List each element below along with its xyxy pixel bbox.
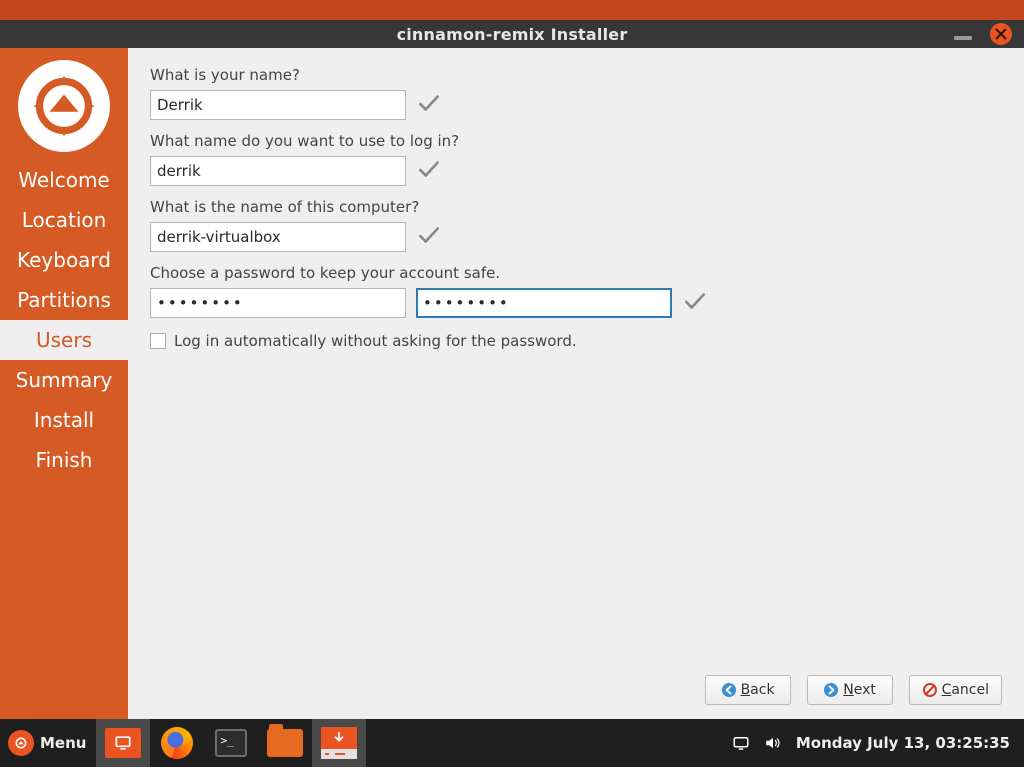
folder-icon bbox=[267, 729, 303, 757]
sidebar-item-keyboard[interactable]: Keyboard bbox=[0, 240, 128, 280]
sidebar-item-install[interactable]: Install bbox=[0, 400, 128, 440]
distro-logo bbox=[0, 48, 128, 160]
cancel-label: Cancel bbox=[942, 682, 989, 698]
sidebar-nav: Welcome Location Keyboard Partitions Use… bbox=[0, 160, 128, 480]
label-computer-name: What is the name of this computer? bbox=[150, 198, 1002, 216]
taskbar-clock[interactable]: Monday July 13, 03:25:35 bbox=[796, 734, 1010, 752]
check-icon bbox=[416, 156, 442, 186]
field-password: Choose a password to keep your account s… bbox=[150, 264, 1002, 318]
input-password-confirm[interactable] bbox=[416, 288, 672, 318]
sidebar-label: Install bbox=[34, 408, 94, 432]
back-label: Back bbox=[741, 682, 775, 698]
taskbar-app-installer[interactable] bbox=[312, 719, 366, 767]
installer-icon bbox=[321, 727, 357, 759]
autologin-row: Log in automatically without asking for … bbox=[150, 332, 1002, 350]
field-login-name: What name do you want to use to log in? bbox=[150, 132, 1002, 186]
check-icon bbox=[416, 222, 442, 252]
sidebar-item-welcome[interactable]: Welcome bbox=[0, 160, 128, 200]
taskbar-app-terminal[interactable]: >_ bbox=[204, 719, 258, 767]
sidebar-item-location[interactable]: Location bbox=[0, 200, 128, 240]
menu-button[interactable]: Menu bbox=[0, 719, 96, 767]
tray-volume-icon[interactable] bbox=[764, 734, 782, 752]
main-panel: What is your name? What name do you want… bbox=[128, 48, 1024, 719]
sidebar-label: Finish bbox=[36, 448, 93, 472]
label-login-name: What name do you want to use to log in? bbox=[150, 132, 1002, 150]
checkbox-autologin[interactable] bbox=[150, 333, 166, 349]
sidebar-item-users[interactable]: Users bbox=[0, 320, 128, 360]
sidebar-label: Users bbox=[36, 328, 92, 352]
minimize-button[interactable] bbox=[954, 36, 972, 40]
app-body: Welcome Location Keyboard Partitions Use… bbox=[0, 48, 1024, 719]
menu-label: Menu bbox=[40, 734, 86, 752]
next-label: Next bbox=[843, 682, 876, 698]
check-icon bbox=[416, 90, 442, 120]
sidebar-label: Summary bbox=[16, 368, 113, 392]
window-top-border bbox=[0, 0, 1024, 20]
check-icon bbox=[682, 288, 708, 318]
field-your-name: What is your name? bbox=[150, 66, 1002, 120]
arrow-right-icon bbox=[823, 682, 839, 698]
input-password[interactable] bbox=[150, 288, 406, 318]
footer: Back Next Cancel bbox=[150, 665, 1002, 705]
label-your-name: What is your name? bbox=[150, 66, 1002, 84]
taskbar-app-firefox[interactable] bbox=[150, 719, 204, 767]
sidebar-label: Keyboard bbox=[17, 248, 111, 272]
desktop-icon bbox=[105, 728, 141, 758]
cancel-icon bbox=[922, 682, 938, 698]
menu-logo-icon bbox=[8, 730, 34, 756]
taskbar-app-files[interactable] bbox=[258, 719, 312, 767]
taskbar-app-show-desktop[interactable] bbox=[96, 719, 150, 767]
input-login-name[interactable] bbox=[150, 156, 406, 186]
sidebar-label: Welcome bbox=[18, 168, 109, 192]
sidebar-label: Location bbox=[22, 208, 107, 232]
input-computer-name[interactable] bbox=[150, 222, 406, 252]
sidebar-label: Partitions bbox=[17, 288, 111, 312]
field-computer-name: What is the name of this computer? bbox=[150, 198, 1002, 252]
label-autologin: Log in automatically without asking for … bbox=[174, 332, 577, 350]
back-button[interactable]: Back bbox=[705, 675, 791, 705]
sidebar: Welcome Location Keyboard Partitions Use… bbox=[0, 48, 128, 719]
window-title: cinnamon-remix Installer bbox=[0, 25, 1024, 44]
window-titlebar: cinnamon-remix Installer bbox=[0, 20, 1024, 48]
firefox-icon bbox=[161, 727, 193, 759]
tray-network-icon[interactable] bbox=[732, 734, 750, 752]
next-button[interactable]: Next bbox=[807, 675, 893, 705]
label-password: Choose a password to keep your account s… bbox=[150, 264, 1002, 282]
arrow-left-icon bbox=[721, 682, 737, 698]
terminal-icon: >_ bbox=[215, 729, 247, 757]
taskbar: Menu >_ Monday July bbox=[0, 719, 1024, 767]
cancel-button[interactable]: Cancel bbox=[909, 675, 1002, 705]
sidebar-item-summary[interactable]: Summary bbox=[0, 360, 128, 400]
input-your-name[interactable] bbox=[150, 90, 406, 120]
close-button[interactable] bbox=[990, 23, 1012, 45]
sidebar-item-finish[interactable]: Finish bbox=[0, 440, 128, 480]
sidebar-item-partitions[interactable]: Partitions bbox=[0, 280, 128, 320]
